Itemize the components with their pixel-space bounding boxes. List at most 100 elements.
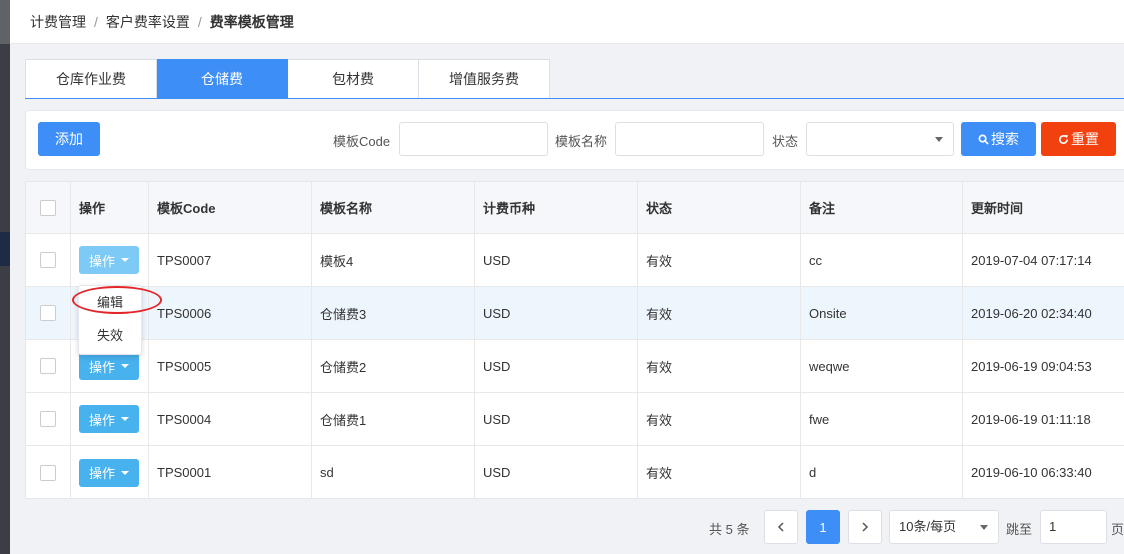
menu-item-disable[interactable]: 失效: [79, 319, 141, 352]
row-currency: USD: [475, 393, 638, 445]
operation-label: 操作: [88, 466, 115, 481]
header-checkbox-cell: [26, 182, 71, 233]
operation-dropdown-button[interactable]: 操作: [79, 246, 139, 274]
row-currency: USD: [475, 446, 638, 499]
caret-down-icon: [935, 137, 943, 142]
breadcrumb-separator: /: [94, 13, 98, 30]
row-checkbox[interactable]: [40, 411, 56, 427]
template-name-label: 模板名称: [555, 134, 608, 149]
table-row[interactable]: TPS0006 仓储费3 USD 有效 Onsite 2019-06-20 02…: [26, 287, 1124, 340]
reset-button-label: 重置: [1071, 131, 1099, 147]
row-remark: fwe: [801, 393, 963, 445]
fee-tabs: 仓库作业费 仓储费 包材费 增值服务费: [25, 59, 550, 99]
row-name: sd: [312, 446, 475, 499]
operation-dropdown-button[interactable]: 操作: [79, 352, 139, 380]
row-currency: USD: [475, 234, 638, 286]
operation-dropdown-menu: 编辑 失效: [78, 285, 142, 355]
jump-to-label: 跳至: [1006, 522, 1033, 537]
page-suffix-label: 页: [1111, 522, 1124, 537]
sidebar-top-segment: [0, 0, 10, 44]
breadcrumb-current: 费率模板管理: [209, 13, 294, 30]
row-checkbox[interactable]: [40, 305, 56, 321]
row-updated: 2019-06-10 06:33:40: [971, 465, 1092, 480]
chevron-left-icon: [777, 522, 784, 532]
row-status: 有效: [638, 234, 801, 286]
row-name: 仓储费2: [312, 340, 475, 392]
menu-item-edit[interactable]: 编辑: [79, 286, 141, 319]
breadcrumb-billing[interactable]: 计费管理: [30, 12, 86, 32]
template-table: 操作 模板Code 模板名称 计费币种 状态 备注 更新时间 操作 TPS000…: [25, 181, 1124, 499]
row-status: 有效: [638, 446, 801, 499]
tab-warehouse-operation[interactable]: 仓库作业费: [25, 59, 157, 99]
sidebar-active-segment: [0, 232, 10, 266]
breadcrumb: 计费管理 / 客户费率设置 / 费率模板管理: [10, 0, 1124, 44]
header-remark: 备注: [801, 182, 963, 233]
caret-down-icon: [121, 258, 129, 262]
row-remark: cc: [801, 234, 963, 286]
pagination: 共 5 条 1 10条/每页 跳至 1 页: [0, 510, 1124, 544]
row-checkbox[interactable]: [40, 464, 56, 481]
operation-dropdown-button[interactable]: 操作: [79, 405, 139, 433]
header-currency: 计费币种: [475, 182, 638, 233]
row-code: TPS0001: [149, 446, 312, 499]
table-row[interactable]: 操作 TPS0007 模板4 USD 有效 cc 2019-07-04 07:1…: [26, 234, 1124, 287]
row-code: TPS0004: [149, 393, 312, 445]
reset-button[interactable]: 重置: [1041, 122, 1116, 156]
table-row[interactable]: 操作 TPS0005 仓储费2 USD 有效 weqwe 2019-06-19 …: [26, 340, 1124, 393]
status-select[interactable]: [806, 122, 954, 156]
row-name: 仓储费1: [312, 393, 475, 445]
page-size-value: 10条/每页: [899, 519, 957, 534]
table-row[interactable]: 操作 TPS0001 sd USD 有效 d 2019-06-10 06:33:…: [26, 446, 1124, 499]
header-operation: 操作: [71, 182, 149, 233]
page-size-select[interactable]: 10条/每页: [889, 510, 999, 544]
row-checkbox-cell: [26, 287, 71, 339]
jump-page-input[interactable]: 1: [1040, 510, 1107, 544]
row-name: 仓储费3: [312, 287, 475, 339]
left-sidebar-strip: [0, 0, 10, 554]
row-checkbox[interactable]: [40, 252, 56, 268]
row-checkbox[interactable]: [40, 358, 56, 374]
row-name: 模板4: [312, 234, 475, 286]
row-remark: d: [801, 446, 963, 499]
tab-packaging-fee[interactable]: 包材费: [288, 59, 419, 99]
filter-bar: 添加 模板Code 模板名称 状态 搜索 重置: [25, 110, 1124, 170]
prev-page-button[interactable]: [764, 510, 798, 544]
row-updated: 2019-06-20 02:34:40: [971, 305, 1092, 321]
row-checkbox-cell: [26, 234, 71, 286]
search-button-label: 搜索: [991, 131, 1019, 147]
tab-storage-fee[interactable]: 仓储费: [157, 59, 288, 99]
row-remark: Onsite: [801, 287, 963, 339]
next-page-button[interactable]: [848, 510, 882, 544]
header-status: 状态: [638, 182, 801, 233]
row-code: TPS0006: [149, 287, 312, 339]
header-template-code: 模板Code: [149, 182, 312, 233]
caret-down-icon: [121, 417, 129, 421]
breadcrumb-separator: /: [197, 13, 202, 30]
operation-dropdown-button[interactable]: 操作: [79, 458, 139, 487]
select-all-checkbox[interactable]: [40, 199, 56, 216]
row-status: 有效: [638, 287, 801, 339]
add-button[interactable]: 添加: [38, 122, 100, 156]
header-updated-time: 更新时间: [971, 201, 1024, 216]
refresh-icon: [1059, 134, 1069, 144]
tab-value-added-fee[interactable]: 增值服务费: [419, 59, 550, 99]
template-name-input[interactable]: [615, 122, 764, 156]
template-code-input[interactable]: [399, 122, 548, 156]
caret-down-icon: [980, 525, 988, 530]
row-operation-cell: 操作: [71, 446, 149, 499]
row-code: TPS0007: [149, 234, 312, 286]
row-updated: 2019-06-19 09:04:53: [971, 358, 1092, 374]
operation-label: 操作: [88, 253, 115, 269]
row-updated: 2019-06-19 01:11:18: [971, 411, 1091, 427]
search-button[interactable]: 搜索: [961, 122, 1036, 156]
page-button-current[interactable]: 1: [806, 510, 840, 544]
row-code: TPS0005: [149, 340, 312, 392]
tab-underline: [25, 98, 1124, 99]
row-checkbox-cell: [26, 446, 71, 499]
row-currency: USD: [475, 340, 638, 392]
table-row[interactable]: 操作 TPS0004 仓储费1 USD 有效 fwe 2019-06-19 01…: [26, 393, 1124, 446]
caret-down-icon: [121, 470, 129, 475]
row-currency: USD: [475, 287, 638, 339]
breadcrumb-customer-rate[interactable]: 客户费率设置: [106, 12, 190, 32]
row-checkbox-cell: [26, 393, 71, 445]
